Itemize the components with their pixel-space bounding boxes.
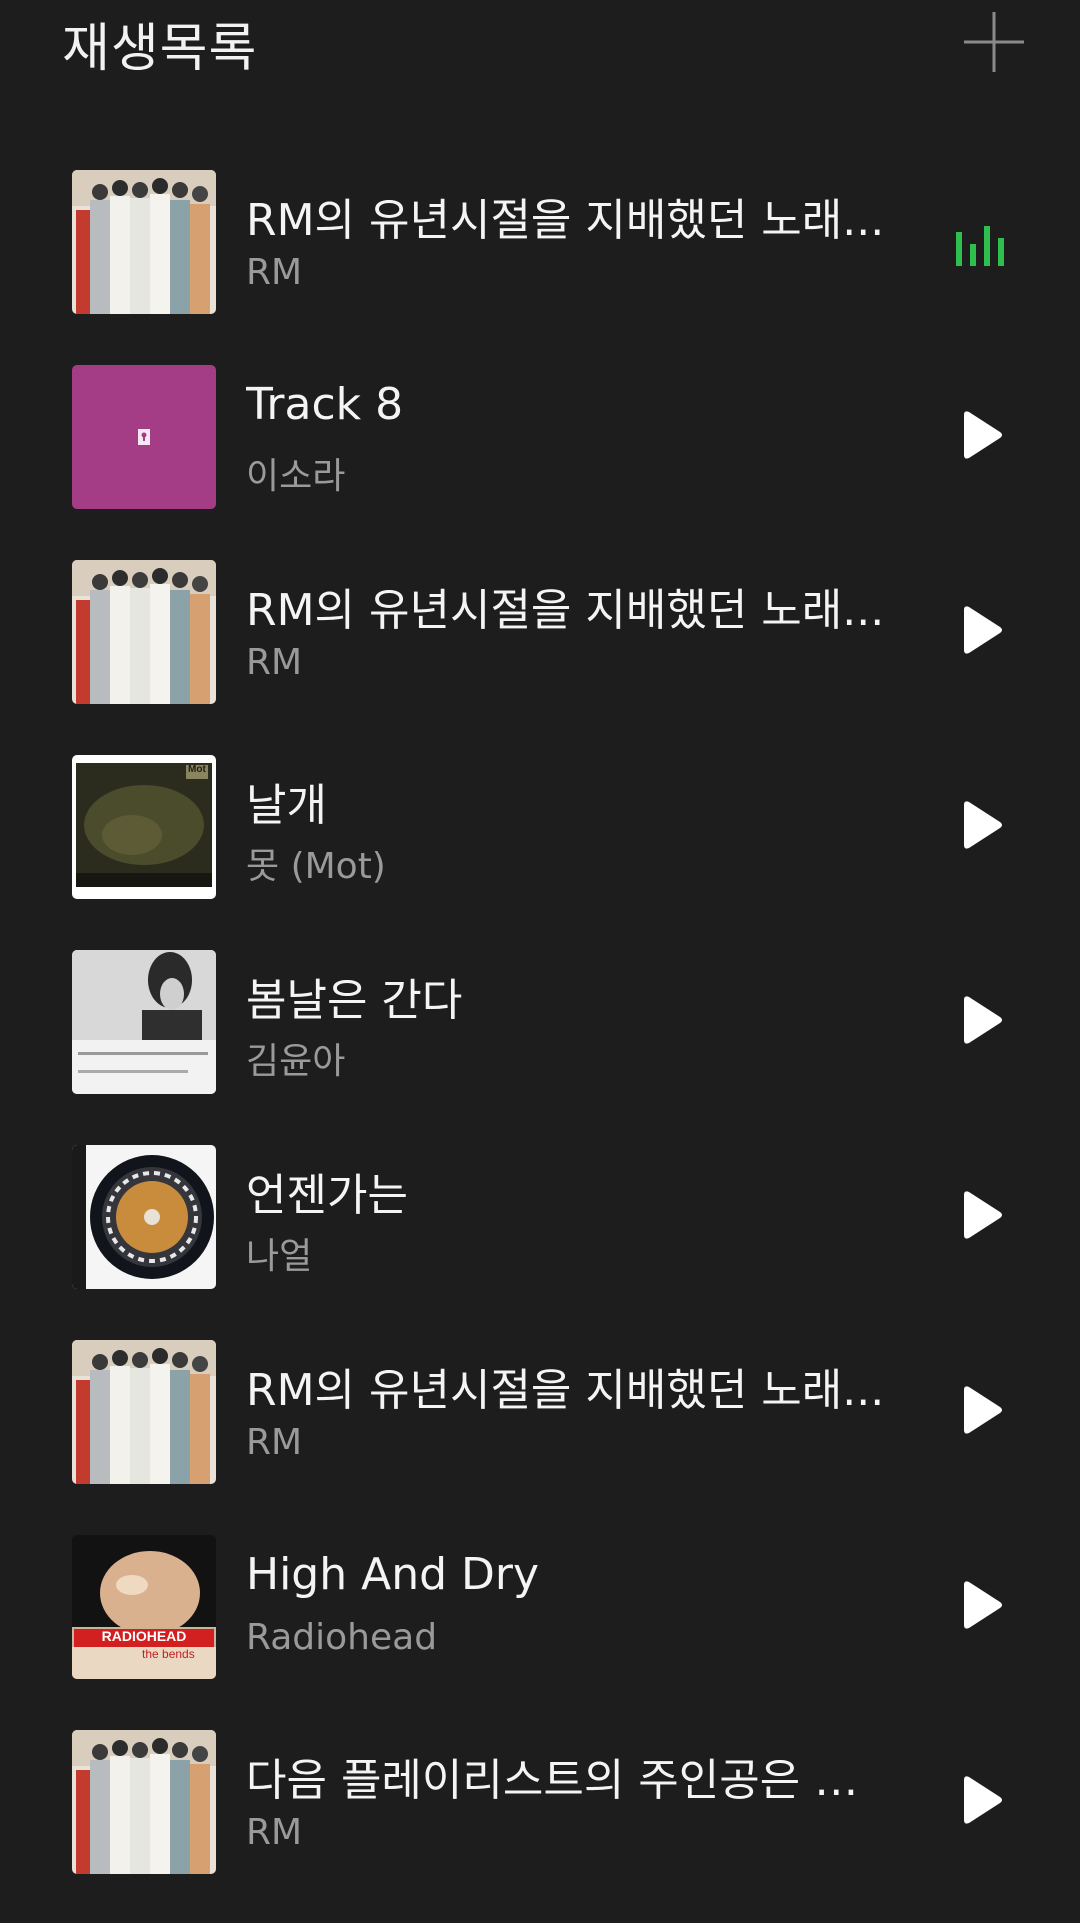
track-title: Track 8 — [246, 379, 404, 430]
header: 재생목록 — [0, 0, 1080, 110]
play-button[interactable] — [948, 403, 1012, 467]
album-art — [72, 560, 216, 704]
track-title: 봄날은 간다 — [246, 975, 463, 1026]
play-button[interactable] — [948, 598, 1012, 662]
track-artist: 김윤아 — [246, 1041, 346, 1082]
album-art-logo: Mot — [188, 764, 206, 775]
play-icon — [964, 606, 1002, 654]
album-art — [72, 1730, 216, 1874]
album-art — [72, 170, 216, 314]
playlist: RM의 유년시절을 지배했던 노래... RM Track 8 이소라 RM의 유년시절… — [0, 168, 1080, 1923]
play-icon — [964, 801, 1002, 849]
track-title: 날개 — [246, 780, 327, 831]
track-title: 언젠가는 — [246, 1170, 408, 1221]
track-title: RM의 유년시절을 지배했던 노래... — [246, 1365, 885, 1416]
equalizer-icon — [956, 226, 1004, 266]
album-art-logo: RADIOHEAD — [101, 1628, 187, 1644]
track-title: RM의 유년시절을 지배했던 노래... — [246, 585, 885, 636]
play-button[interactable] — [948, 988, 1012, 1052]
track-artist: Radiohead — [246, 1617, 438, 1658]
play-button[interactable] — [948, 793, 1012, 857]
play-icon — [964, 996, 1002, 1044]
play-button[interactable] — [948, 1378, 1012, 1442]
play-icon — [964, 1581, 1002, 1629]
playlist-item[interactable]: Mot 날개못 (Mot) — [0, 753, 1080, 948]
play-button[interactable] — [948, 1573, 1012, 1637]
playlist-item[interactable]: Track 8 이소라 — [0, 363, 1080, 558]
page-title: 재생목록 — [62, 19, 258, 79]
album-art: Mot — [72, 755, 216, 899]
track-artist: RM — [246, 252, 303, 293]
play-button[interactable] — [948, 1768, 1012, 1832]
track-artist: 이소라 — [246, 456, 346, 497]
play-icon — [964, 411, 1002, 459]
track-artist: 못 (Mot) — [246, 846, 386, 887]
playlist-item[interactable]: 언젠가는나얼 — [0, 1143, 1080, 1338]
play-button[interactable] — [948, 1183, 1012, 1247]
album-art — [72, 1340, 216, 1484]
now-playing-indicator[interactable] — [948, 208, 1012, 272]
album-art: RADIOHEAD the bends — [72, 1535, 216, 1679]
playlist-item[interactable]: RM의 유년시절을 지배했던 노래... RM — [0, 1338, 1080, 1533]
track-title: RM의 유년시절을 지배했던 노래... — [246, 195, 885, 246]
playlist-item[interactable]: 봄날은 간다김윤아 — [0, 948, 1080, 1143]
playlist-item[interactable]: RM의 유년시절을 지배했던 노래... RM — [0, 168, 1080, 363]
play-icon — [964, 1191, 1002, 1239]
track-title: High And Dry — [246, 1549, 540, 1600]
album-art — [72, 1145, 216, 1289]
track-artist: RM — [246, 1812, 303, 1853]
playlist-item[interactable]: 다음 플레이리스트의 주인공은 누... RM — [0, 1728, 1080, 1923]
track-artist: RM — [246, 1422, 303, 1463]
track-artist: RM — [246, 642, 303, 683]
album-art — [72, 365, 216, 509]
playlist-item[interactable]: RADIOHEAD the bends High And Dry Radiohead — [0, 1533, 1080, 1728]
playlist-item[interactable]: RM의 유년시절을 지배했던 노래... RM — [0, 558, 1080, 753]
track-artist: 나얼 — [246, 1236, 313, 1277]
play-icon — [964, 1776, 1002, 1824]
track-title: 다음 플레이리스트의 주인공은 누... — [246, 1755, 886, 1806]
album-art-subtitle: the bends — [142, 1647, 195, 1661]
add-playlist-button[interactable] — [962, 10, 1026, 74]
plus-icon — [964, 12, 1024, 72]
play-icon — [964, 1386, 1002, 1434]
album-art — [72, 950, 216, 1094]
